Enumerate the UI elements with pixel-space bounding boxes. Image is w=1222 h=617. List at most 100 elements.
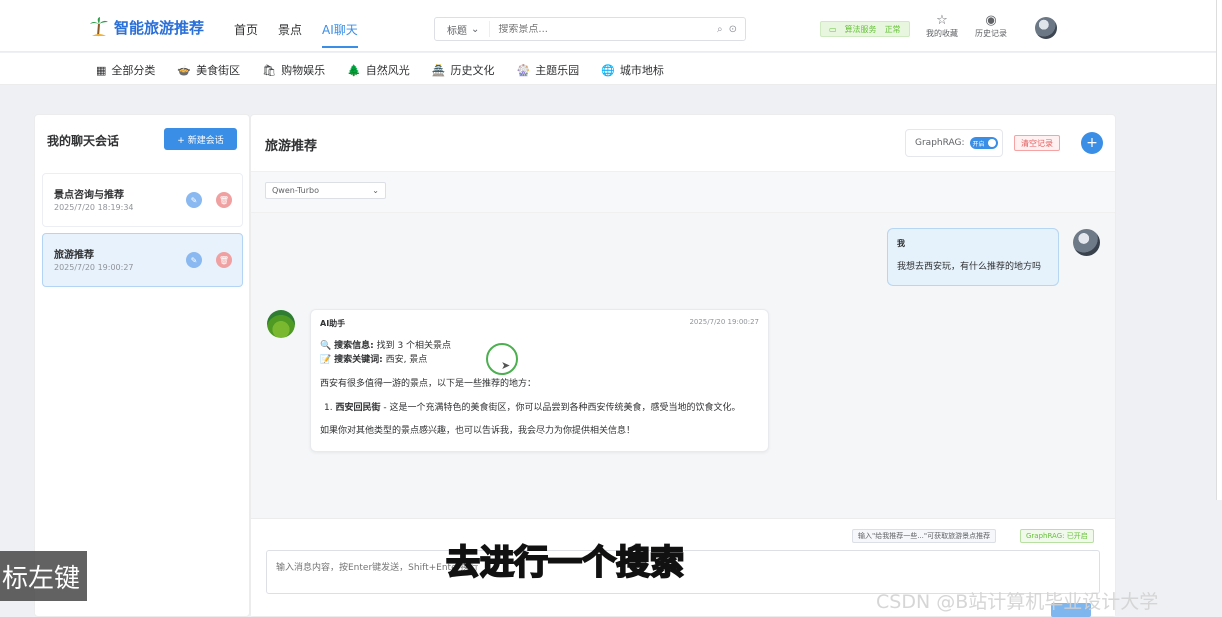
- chevron-down-icon: ⌄: [471, 23, 480, 35]
- category-themepark[interactable]: 🎡 主题乐园: [516, 62, 579, 78]
- user-name: 我: [897, 239, 905, 248]
- category-list: ▦ 全部分类 🍲 美食街区 🛍 购物娱乐 🌲 自然风光 🏯 历史文化 🎡 主题乐园 🌐 城市地标: [96, 62, 686, 78]
- session-time: 2025/7/20 19:00:27: [54, 263, 134, 272]
- session-time: 2025/7/20 18:19:34: [54, 203, 134, 212]
- ai-avatar: [267, 310, 295, 338]
- nature-icon: 🌲: [347, 63, 361, 77]
- graphrag-switch[interactable]: GraphRAG: 开启: [905, 129, 1003, 157]
- ai-name: AI助手: [320, 319, 346, 328]
- favorites-button[interactable]: ☆ 我的收藏: [926, 14, 958, 39]
- nav-ai-chat[interactable]: AI聊天: [322, 21, 358, 51]
- landmark-icon: 🌐: [601, 63, 615, 77]
- history-button[interactable]: ◉ 历史记录: [975, 14, 1007, 39]
- category-landmark[interactable]: 🌐 城市地标: [601, 62, 664, 78]
- mouse-cursor-icon: ➤: [501, 359, 511, 372]
- category-history[interactable]: 🏯 历史文化: [432, 62, 495, 78]
- status-value: 正常: [884, 24, 901, 34]
- video-subtitle: 去进行一个搜索: [445, 542, 685, 584]
- nav-attractions[interactable]: 景点: [278, 21, 302, 51]
- scrollbar[interactable]: [1216, 0, 1222, 500]
- chat-title: 旅游推荐: [265, 139, 318, 154]
- category-bar: ▦ 全部分类 🍲 美食街区 🛍 购物娱乐 🌲 自然风光 🏯 历史文化 🎡 主题乐园 🌐 城市地标: [0, 53, 1222, 85]
- history-icon: 🏯: [431, 63, 446, 77]
- grid-icon: ▦: [96, 63, 107, 77]
- status-badge: ▭ 算法服务 正常: [820, 21, 910, 37]
- category-shopping[interactable]: 🛍 购物娱乐: [262, 62, 325, 78]
- ai-message: AI助手 2025/7/20 19:00:27 🔍 搜索信息: 找到 3 个相关…: [310, 309, 769, 452]
- category-label: 自然风光: [365, 64, 410, 77]
- favorites-label: 我的收藏: [926, 29, 958, 38]
- chevron-down-icon: ⌄: [372, 186, 379, 195]
- search-info-value: 找到 3 个相关景点: [376, 341, 452, 351]
- history-label: 历史记录: [975, 29, 1007, 38]
- user-message-text: 我想去西安玩，有什么推荐的地方吗: [897, 262, 1042, 272]
- category-grid[interactable]: ▦ 全部分类: [96, 62, 155, 78]
- search-input[interactable]: [490, 23, 717, 35]
- category-nature[interactable]: 🌲 自然风光: [347, 62, 410, 78]
- graphrag-label: GraphRAG:: [915, 138, 965, 148]
- chat-sidebar: 我的聊天会话 + 新建会话 景点咨询与推荐 2025/7/20 18:19:34…: [34, 114, 250, 617]
- category-label: 购物娱乐: [281, 64, 326, 77]
- main-nav: 首页 景点 AI聊天: [234, 21, 378, 51]
- left-caption-overlay: 标左键: [0, 551, 87, 601]
- model-value: Qwen-Turbo: [272, 186, 319, 195]
- ai-message-time: 2025/7/20 19:00:27: [689, 318, 759, 326]
- nav-home[interactable]: 首页: [234, 21, 258, 51]
- keywords-line: 📝 搜索关键词: 西安, 景点: [320, 352, 427, 365]
- category-label: 全部分类: [111, 64, 156, 77]
- brand-logo[interactable]: 智能旅游推荐: [88, 16, 204, 38]
- category-label: 城市地标: [619, 64, 664, 77]
- model-select[interactable]: Qwen-Turbo ⌄: [265, 182, 386, 199]
- new-chat-button[interactable]: + 新建会话: [164, 128, 237, 150]
- palm-tree-icon: [90, 17, 108, 37]
- session-name: 旅游推荐: [54, 250, 94, 261]
- user-avatar[interactable]: [1035, 17, 1057, 39]
- item-title: 西安回民街: [335, 403, 381, 413]
- shopping-icon: 🛍: [262, 63, 277, 77]
- search-type-label: 标题: [447, 25, 467, 37]
- search-bar: 标题 ⌄ ⌕ ⊙: [434, 17, 746, 41]
- themepark-icon: 🎡: [516, 63, 531, 77]
- category-food[interactable]: 🍲 美食街区: [177, 62, 240, 78]
- edit-icon[interactable]: ✎: [186, 252, 202, 268]
- sidebar-title: 我的聊天会话: [47, 134, 120, 148]
- session-item-active[interactable]: 旅游推荐 2025/7/20 19:00:27 ✎ 🗑: [42, 233, 243, 287]
- user-message-avatar: [1073, 229, 1100, 256]
- model-toolbar: Qwen-Turbo ⌄: [251, 171, 1115, 213]
- food-icon: 🍲: [177, 63, 192, 77]
- item-description: - 这是一个充满特色的美食街区，你可以品尝到各种西安传统美食，感受当地的饮食文化…: [380, 403, 741, 413]
- trash-icon[interactable]: 🗑: [216, 192, 232, 208]
- category-label: 主题乐园: [535, 64, 580, 77]
- session-item[interactable]: 景点咨询与推荐 2025/7/20 18:19:34 ✎ 🗑: [42, 173, 243, 227]
- brand-title: 智能旅游推荐: [114, 18, 205, 37]
- graphrag-status-tag: GraphRAG: 已开启: [1020, 529, 1094, 543]
- keywords-value: 西安, 景点: [385, 355, 428, 365]
- status-label: 算法服务: [844, 24, 877, 34]
- eye-icon: ◉: [985, 13, 997, 28]
- search-type-select[interactable]: 标题 ⌄: [435, 21, 491, 37]
- trash-icon[interactable]: 🗑: [216, 252, 232, 268]
- plus-icon[interactable]: +: [1081, 132, 1103, 154]
- category-label: 美食街区: [196, 64, 241, 77]
- search-info-label: 搜索信息:: [334, 341, 374, 351]
- top-navbar: 智能旅游推荐 首页 景点 AI聊天 标题 ⌄ ⌕ ⊙ ▭ 算法服务 正常 ☆ 我…: [0, 0, 1222, 52]
- search-icon[interactable]: ⌕: [717, 24, 723, 35]
- edit-icon[interactable]: ✎: [186, 192, 202, 208]
- magnifier-icon: 🔍: [320, 341, 332, 351]
- toggle-text: 开启: [972, 140, 985, 148]
- keywords-label: 搜索关键词:: [334, 355, 383, 365]
- graphrag-toggle[interactable]: 开启: [969, 137, 998, 149]
- ai-intro: 西安有很多值得一游的景点，以下是一些推荐的地方：: [320, 379, 537, 389]
- recommendation-item: 1. 西安回民街 - 这是一个充满特色的美食街区，你可以品尝到各种西安传统美食，…: [324, 400, 740, 413]
- session-name: 景点咨询与推荐: [54, 190, 124, 201]
- clear-history-button[interactable]: 清空记录: [1014, 135, 1060, 151]
- category-label: 历史文化: [450, 64, 495, 77]
- user-message: 我 我想去西安玩，有什么推荐的地方吗: [887, 228, 1059, 286]
- memo-icon: 📝: [320, 355, 332, 365]
- watermark: CSDN @B站计算机毕业设计大学: [876, 591, 1159, 613]
- message-list: 我 我想去西安玩，有什么推荐的地方吗 AI助手 2025/7/20 19:00:…: [251, 213, 1115, 518]
- ai-closing: 如果你对其他类型的景点感兴趣，也可以告诉我，我会尽力为你提供相关信息！: [320, 426, 636, 436]
- monitor-icon: ▭: [829, 24, 837, 34]
- item-number: 1.: [324, 403, 333, 413]
- camera-icon[interactable]: ⊙: [729, 24, 737, 35]
